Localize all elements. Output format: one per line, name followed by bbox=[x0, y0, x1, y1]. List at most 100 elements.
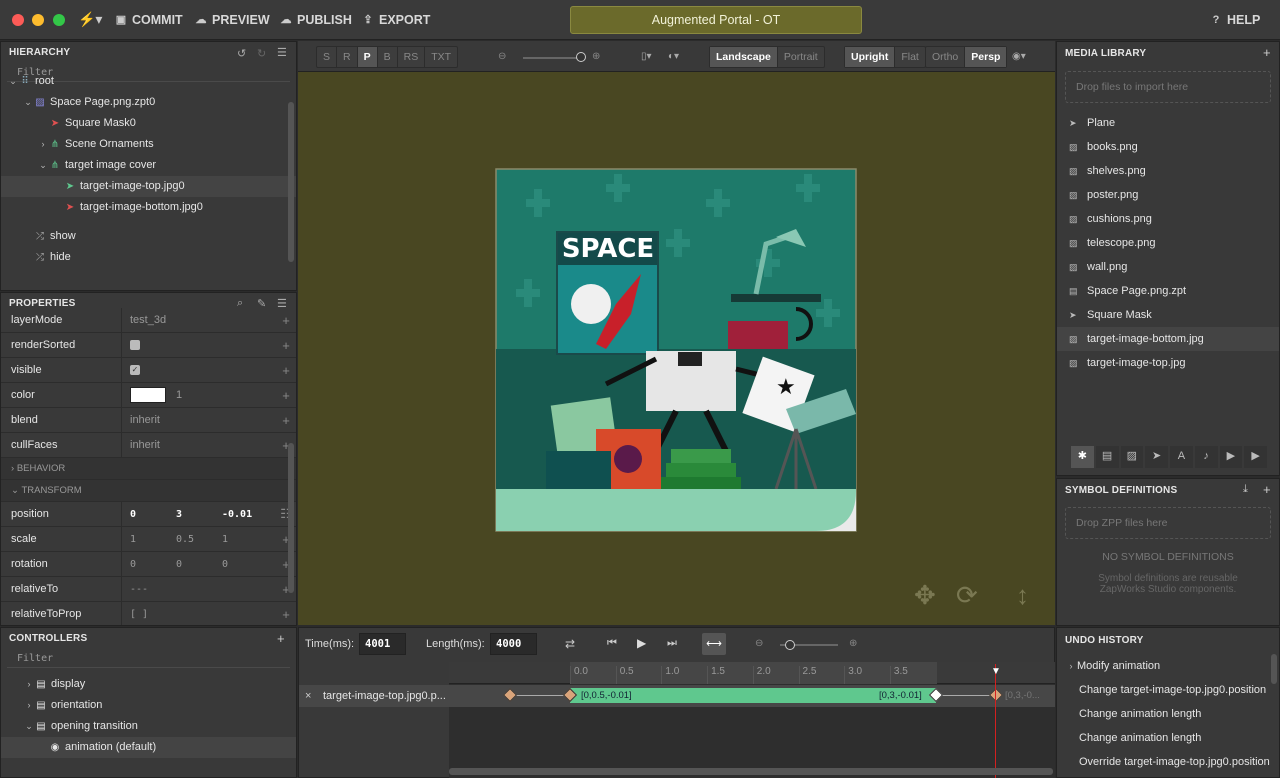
number-field[interactable]: [ ] bbox=[130, 609, 176, 620]
zoom-window-button[interactable] bbox=[53, 14, 65, 26]
menu-icon[interactable]: ☰ bbox=[277, 46, 287, 59]
media-item[interactable]: ▨ target-image-bottom.jpg bbox=[1057, 327, 1279, 351]
property-value[interactable]: ✓ bbox=[122, 365, 276, 375]
view-icon[interactable]: ◐▾ bbox=[668, 51, 679, 62]
property-value[interactable]: 1 0.5 1 bbox=[122, 534, 276, 545]
move-icon[interactable]: ✥ bbox=[914, 580, 936, 610]
all-icon[interactable]: ✱ bbox=[1071, 446, 1094, 468]
add-keyframe-icon[interactable]: + bbox=[276, 607, 296, 622]
undo-item[interactable]: Change animation length bbox=[1057, 726, 1279, 750]
transform-row[interactable]: relativeTo --- + bbox=[1, 577, 296, 602]
playhead-handle[interactable]: ▼ bbox=[991, 666, 1001, 677]
zoom-out-icon[interactable]: ⊖ bbox=[755, 638, 763, 649]
tree-item[interactable]: ⤮ hide bbox=[1, 247, 296, 268]
tree-item[interactable]: ⌄ ▨ Space Page.png.zpt0 bbox=[1, 92, 296, 113]
scrollbar[interactable] bbox=[1271, 654, 1277, 684]
scrollbar[interactable] bbox=[288, 102, 294, 262]
length-input[interactable]: 4000 bbox=[490, 633, 537, 655]
help-button[interactable]: ? HELP bbox=[1210, 12, 1261, 28]
skip-forward-icon[interactable]: ⏭ bbox=[667, 637, 677, 650]
property-value[interactable]: 0 3 -0.01 bbox=[122, 509, 276, 520]
download-icon[interactable]: ⤓ bbox=[1243, 483, 1248, 496]
number-field[interactable]: 3 bbox=[176, 509, 222, 520]
media-item[interactable]: ▨ shelves.png bbox=[1057, 159, 1279, 183]
play-icon[interactable]: ▶ bbox=[637, 636, 646, 650]
chevron-down-icon[interactable]: ⌄ bbox=[7, 71, 19, 92]
zoom-in-icon[interactable]: ⊕ bbox=[592, 51, 600, 62]
add-keyframe-icon[interactable]: + bbox=[276, 313, 296, 328]
transform-row[interactable]: rotation 0 0 0 + bbox=[1, 552, 296, 577]
view-option-r[interactable]: R bbox=[337, 47, 358, 67]
view-option-flat[interactable]: Flat bbox=[895, 47, 925, 67]
tree-item[interactable]: ➤ target-image-top.jpg0 bbox=[1, 176, 296, 197]
time-input[interactable]: 4001 bbox=[359, 633, 406, 655]
property-value[interactable] bbox=[122, 340, 276, 350]
transform-section[interactable]: ⌄ TRANSFORM bbox=[1, 480, 296, 502]
number-field[interactable]: 0 bbox=[222, 559, 272, 570]
tree-item[interactable]: ⌄ ⋔ target image cover bbox=[1, 155, 296, 176]
view-option-b[interactable]: B bbox=[378, 47, 398, 67]
property-value[interactable]: test_3d bbox=[122, 314, 276, 326]
media-item[interactable]: ▨ cushions.png bbox=[1057, 207, 1279, 231]
controller-item[interactable]: › ▤ orientation bbox=[1, 695, 296, 716]
property-row[interactable]: visible ✓ + bbox=[1, 358, 296, 383]
playhead[interactable] bbox=[995, 664, 996, 778]
chevron-down-icon[interactable]: ⌄ bbox=[37, 155, 49, 176]
skip-back-icon[interactable]: ⏮ bbox=[607, 637, 617, 650]
search-icon[interactable]: ⌕ bbox=[237, 297, 243, 310]
zoom-out-icon[interactable]: ⊖ bbox=[498, 51, 506, 62]
number-field[interactable]: 0 bbox=[130, 559, 176, 570]
snap-icon[interactable]: ⟷ bbox=[702, 633, 726, 655]
property-row[interactable]: cullFaces inherit + bbox=[1, 433, 296, 458]
view-option-ortho[interactable]: Ortho bbox=[926, 47, 966, 67]
property-value[interactable]: inherit bbox=[122, 439, 276, 451]
view-option-persp[interactable]: Persp bbox=[965, 47, 1007, 67]
media-item[interactable]: ▨ books.png bbox=[1057, 135, 1279, 159]
view-option-txt[interactable]: TXT bbox=[425, 47, 457, 67]
zoom-in-icon[interactable]: ⊕ bbox=[849, 638, 857, 649]
publish-button[interactable]: ☁ PUBLISH bbox=[280, 12, 352, 28]
number-field[interactable]: -0.01 bbox=[222, 509, 272, 520]
symbol-dropzone[interactable]: Drop ZPP files here bbox=[1065, 507, 1271, 539]
view-option-p[interactable]: P bbox=[357, 47, 378, 67]
close-window-button[interactable] bbox=[12, 14, 24, 26]
number-field[interactable]: 0.5 bbox=[176, 534, 222, 545]
scrollbar[interactable] bbox=[288, 443, 294, 593]
controller-item[interactable]: ⌄ ▤ opening transition bbox=[1, 716, 296, 737]
app-menu-icon[interactable]: ⚡▾ bbox=[78, 11, 102, 28]
undo-item[interactable]: Override target-image-top.jpg0.position bbox=[1057, 750, 1279, 774]
add-keyframe-icon[interactable]: + bbox=[276, 338, 296, 353]
chevron-down-icon[interactable]: ⌄ bbox=[22, 92, 34, 113]
number-field[interactable]: 1 bbox=[130, 534, 176, 545]
color-swatch[interactable] bbox=[130, 387, 166, 403]
tree-item[interactable]: ⌄ ⠿ root bbox=[1, 71, 296, 92]
timeline-zoom-handle[interactable] bbox=[785, 640, 795, 650]
controller-item[interactable]: ◉ animation (default) bbox=[1, 737, 296, 758]
property-row[interactable]: blend inherit + bbox=[1, 408, 296, 433]
property-value[interactable]: --- bbox=[122, 584, 276, 595]
commit-button[interactable]: ▣ COMMIT bbox=[115, 12, 183, 28]
transform-row[interactable]: scale 1 0.5 1 + bbox=[1, 527, 296, 552]
edit-icon[interactable]: ✎ bbox=[257, 297, 266, 310]
media-item[interactable]: ▨ wall.png bbox=[1057, 255, 1279, 279]
view-option-landscape[interactable]: Landscape bbox=[710, 47, 778, 67]
property-row[interactable]: renderSorted + bbox=[1, 333, 296, 358]
number-field[interactable]: --- bbox=[130, 584, 176, 595]
property-row[interactable]: color 1 + bbox=[1, 383, 296, 408]
add-keyframe-icon[interactable]: + bbox=[276, 388, 296, 403]
tree-item[interactable]: ➤ target-image-bottom.jpg0 bbox=[1, 197, 296, 218]
audio-icon[interactable]: ♪ bbox=[1194, 446, 1218, 468]
media-item[interactable]: ▨ telescope.png bbox=[1057, 231, 1279, 255]
zoom-slider[interactable] bbox=[523, 57, 583, 59]
undo-item[interactable]: Change target-image-top.jpg0.position bbox=[1057, 678, 1279, 702]
remove-track-icon[interactable]: × bbox=[305, 690, 311, 702]
view-option-s[interactable]: S bbox=[317, 47, 338, 67]
preview-button[interactable]: ☁ PREVIEW bbox=[195, 12, 270, 28]
number-field[interactable]: 1 bbox=[222, 534, 272, 545]
device-icon[interactable]: ▯▾ bbox=[641, 51, 652, 62]
chevron-right-icon[interactable]: › bbox=[37, 134, 49, 155]
visibility-icon[interactable]: ◉▾ bbox=[1012, 51, 1026, 62]
scene-viewport[interactable]: SPACE ★ ✥ ⟳ ↕ bbox=[298, 72, 1055, 625]
add-icon[interactable]: + bbox=[1263, 482, 1271, 497]
tree-item[interactable]: ➤ Square Mask0 bbox=[1, 113, 296, 134]
